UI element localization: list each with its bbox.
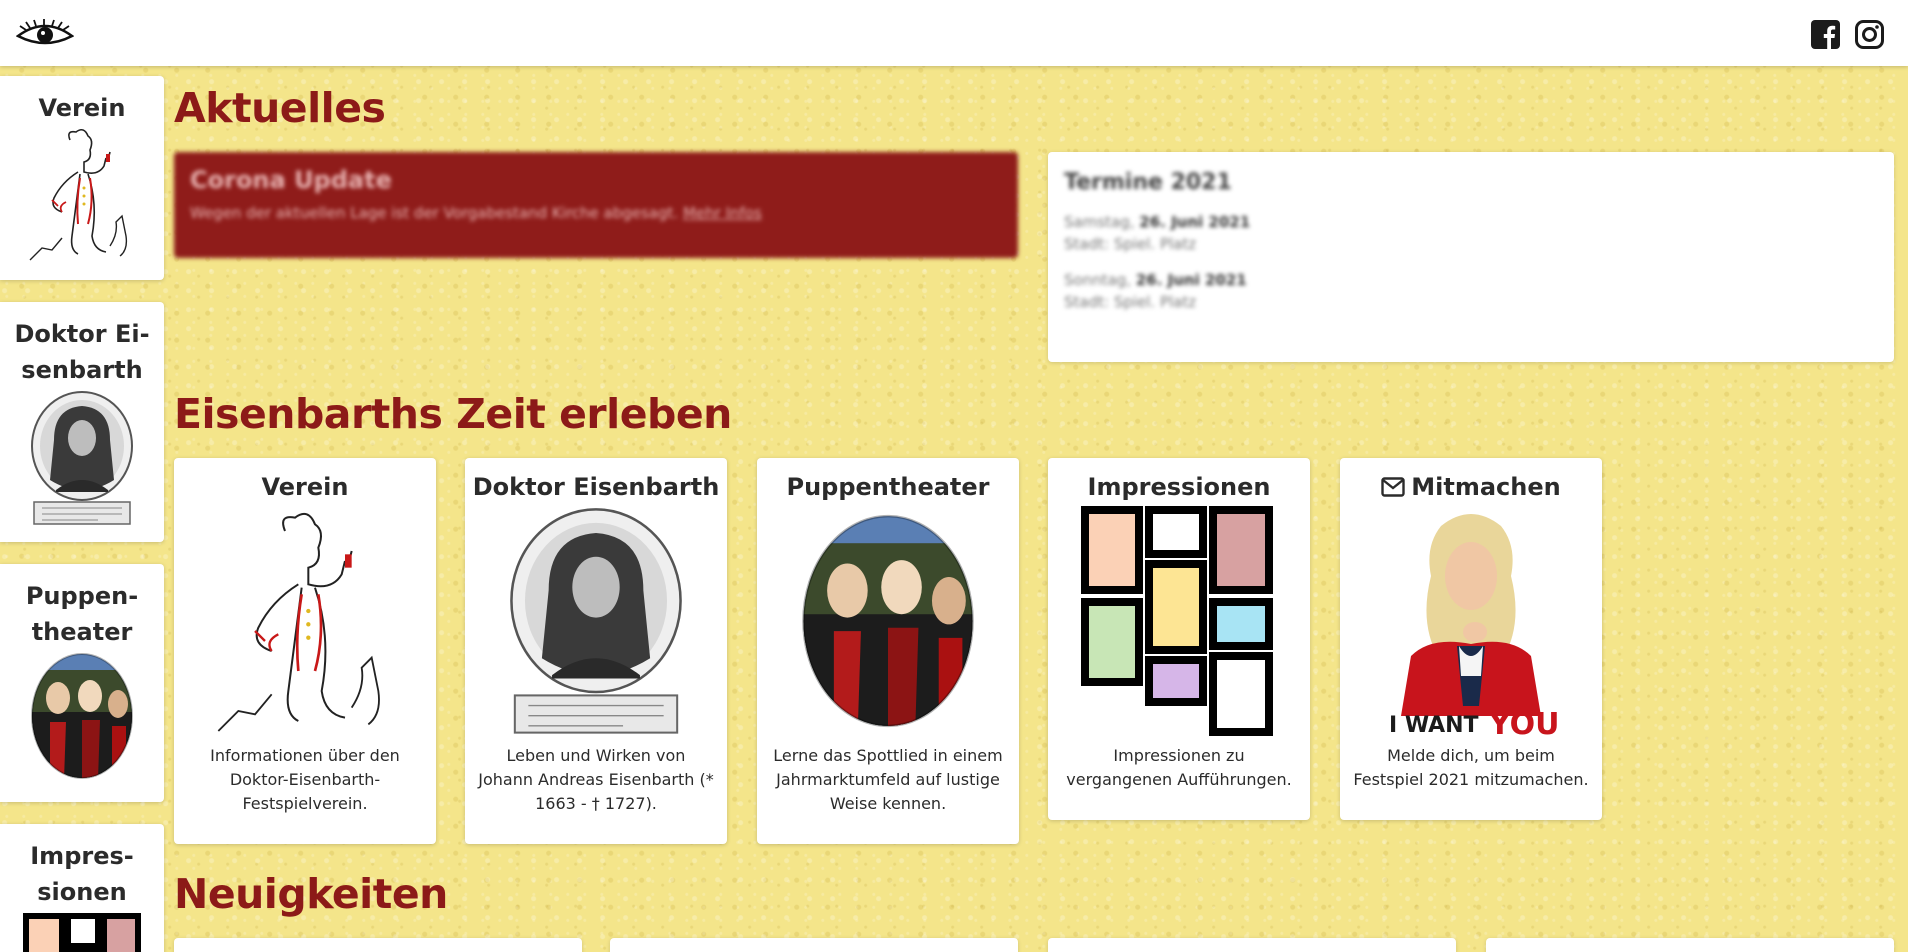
section-title-aktuelles: Aktuelles (174, 84, 386, 132)
card-title: Doktor Eisenbarth (472, 473, 720, 501)
gallery-icon (23, 913, 141, 952)
card-title-text: Mitmachen (1411, 473, 1561, 501)
card-description: Melde dich, um beim Festspiel 2021 mitzu… (1353, 746, 1589, 789)
news-card[interactable] (610, 938, 1018, 952)
sidebar-item-label: Puppen- theater (25, 582, 139, 646)
sidebar-item-doktor-eisenbarth[interactable]: Doktor Ei- senbarth (0, 302, 164, 542)
facebook-icon[interactable] (1811, 20, 1840, 49)
event-location: Stadt: Spiel. Platz (1064, 235, 1197, 253)
card-description: Impressionen zu vergangenen Aufführungen… (1066, 746, 1292, 789)
verein-drawing-icon (29, 128, 128, 261)
card-title: Impressionen (1087, 473, 1271, 501)
card-description: Lerne das Spottlied in einem Jahrmarktum… (773, 746, 1003, 813)
alert-link[interactable]: Mehr Infos (683, 204, 762, 222)
section-title-neuigkeiten: Neuigkeiten (174, 870, 448, 918)
card-title: Mitmachen (1340, 472, 1602, 502)
verein-drawing-icon (217, 512, 380, 732)
card-title: Verein (261, 473, 349, 501)
card-verein[interactable]: Verein Informationen über den Doktor-Eis… (174, 458, 436, 844)
news-card[interactable] (174, 938, 582, 952)
card-puppentheater[interactable]: Puppentheater Lerne das Spottlied in ein… (757, 458, 1019, 844)
badge-text-i-want: I WANT (1389, 713, 1479, 736)
event-date-value: 26. Juni 2021 (1139, 213, 1251, 231)
corona-alert: Corona Update Wegen der aktuellen Lage i… (174, 152, 1018, 258)
gallery-icon (1081, 506, 1273, 736)
card-mitmachen[interactable]: Mitmachen I WANT YOU Melde dich, um beim… (1340, 458, 1602, 820)
card-description: Leben und Wirken von Johann Andreas Eise… (478, 746, 714, 813)
card-description: Informationen über den Doktor-Eisenbarth… (210, 746, 400, 813)
badge-text-you: YOU (1488, 707, 1560, 736)
section-title-zeit-erleben: Eisenbarths Zeit erleben (174, 390, 732, 438)
i-want-you-icon: I WANT YOU (1389, 514, 1560, 736)
puppets-icon (31, 653, 133, 779)
event-day: Samstag, (1064, 213, 1135, 231)
card-doktor-eisenbarth[interactable]: Doktor Eisenbarth Leben und Wirken von J… (465, 458, 727, 844)
event-day: Sonntag, (1064, 271, 1132, 289)
sidebar-item-verein[interactable]: Verein (0, 76, 164, 280)
event-date-value: 26. Juni 2021 (1135, 271, 1247, 289)
card-impressionen[interactable]: Impressionen Impressionen zu vergangenen… (1048, 458, 1310, 820)
termine-title: Termine 2021 (1064, 170, 1232, 195)
sidebar-item-impressionen[interactable]: Impres- sionen (0, 824, 164, 952)
sidebar-item-label: Verein (38, 94, 126, 122)
sidebar-item-label: Doktor Ei- senbarth (14, 320, 150, 384)
news-card[interactable] (1048, 938, 1456, 952)
news-card[interactable] (1486, 938, 1894, 952)
termine-panel: Termine 2021 Samstag, 26. Juni 2021 Stad… (1048, 152, 1894, 362)
alert-message: Wegen der aktuellen Lage ist der Vorgabe… (190, 204, 679, 222)
envelope-icon (1381, 477, 1405, 497)
event-date: Samstag, 26. Juni 2021 (1064, 213, 1878, 231)
sidebar-item-puppentheater[interactable]: Puppen- theater (0, 564, 164, 802)
top-navbar (0, 0, 1908, 66)
card-title: Puppentheater (786, 473, 990, 501)
sidebar-item-label: Impres- sionen (30, 842, 134, 906)
alert-text: Wegen der aktuellen Lage ist der Vorgabe… (190, 204, 1002, 222)
instagram-icon[interactable] (1855, 20, 1884, 49)
portrait-icon (510, 508, 682, 734)
portrait-icon (31, 391, 133, 525)
event-location: Stadt: Spiel. Platz (1064, 293, 1197, 311)
alert-title: Corona Update (190, 166, 392, 194)
eye-logo-icon[interactable] (15, 18, 75, 52)
puppets-icon (802, 514, 974, 728)
event-date: Sonntag, 26. Juni 2021 (1064, 271, 1878, 289)
